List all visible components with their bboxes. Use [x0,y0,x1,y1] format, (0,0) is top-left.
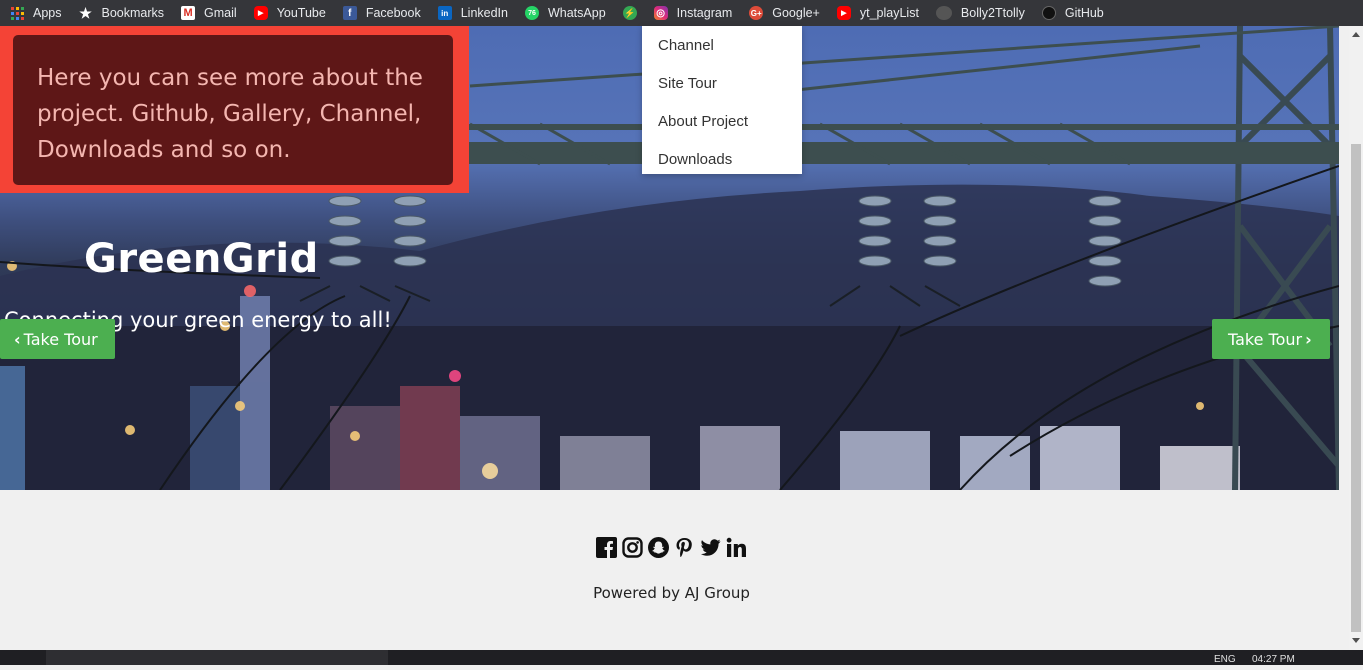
bookmark-linkedin[interactable]: in LinkedIn [437,6,508,20]
take-tour-next-label: Take Tour [1228,329,1303,349]
facebook-icon[interactable] [595,536,617,558]
linkedin-icon: in [437,6,452,20]
bolly-icon [935,6,952,20]
os-taskbar: ENG 04:27 PM [0,650,1363,665]
bookmark-label: Facebook [365,6,421,20]
dropdown-item-about-project[interactable]: About Project [642,102,802,140]
star-icon: ★ [79,4,92,21]
scroll-up-arrow-icon[interactable] [1352,32,1360,37]
take-tour-next-button[interactable]: Take Tour › [1212,319,1330,359]
chevron-left-icon: ‹ [14,329,21,349]
bookmark-facebook[interactable]: f Facebook [342,6,421,20]
bookmark-whatsapp[interactable]: 76 WhatsApp [524,6,606,20]
bookmark-label: Bookmarks [101,6,165,20]
bookmark-label: Google+ [772,6,820,20]
bookmark-youtube[interactable]: ▶ YouTube [253,6,326,20]
bookmark-label: Instagram [676,6,733,20]
linkedin-icon[interactable] [725,536,747,558]
bookmark-label: Apps [33,6,62,20]
bookmark-label: GitHub [1064,6,1104,20]
powered-by-text: Powered by AJ Group [593,584,750,602]
tour-callout-box: Here you can see more about the project.… [13,35,453,185]
chevron-right-icon: › [1305,329,1312,349]
dropdown-item-downloads[interactable]: Downloads [642,140,802,178]
bookmark-google-plus[interactable]: G+ Google+ [749,6,820,20]
dropdown-item-channel[interactable]: Channel [642,26,802,64]
scroll-down-arrow-icon[interactable] [1352,638,1360,643]
youtube-icon: ▶ [836,6,851,20]
bookmark-label: Gmail [204,6,237,20]
youtube-icon: ▶ [253,6,268,20]
scrollbar-thumb[interactable] [1351,144,1361,632]
hero-brand-title: GreenGrid [84,236,319,282]
dropdown-item-site-tour[interactable]: Site Tour [642,64,802,102]
page-footer [0,490,1339,643]
bookmark-label: YouTube [276,6,326,20]
pinterest-icon[interactable] [673,536,695,558]
taskbar-clock[interactable]: 04:27 PM [1252,650,1295,665]
more-dropdown-menu: Channel Site Tour About Project Download… [642,26,802,174]
bookmark-instagram[interactable]: ◎ Instagram [653,6,733,20]
taskbar-language[interactable]: ENG [1214,650,1236,665]
bookmark-gmail[interactable]: M Gmail [181,6,237,20]
taskbar-search-box[interactable] [46,650,388,665]
take-tour-prev-label: Take Tour [23,329,98,349]
tour-callout: Here you can see more about the project.… [0,26,469,193]
take-tour-prev-button[interactable]: ‹ Take Tour [0,319,115,359]
apps-grid-icon [10,6,24,20]
bookmark-label: WhatsApp [547,6,606,20]
twitter-icon[interactable] [699,536,721,558]
bookmark-yt-playlist[interactable]: ▶ yt_playList [836,6,919,20]
instagram-icon[interactable] [621,536,643,558]
whatsapp-icon: 76 [524,6,539,20]
page-scrollbar[interactable] [1349,26,1363,650]
facebook-icon: f [342,6,357,20]
instagram-icon: ◎ [653,6,668,20]
gmail-icon: M [181,6,196,20]
bookmark-github[interactable]: GitHub [1041,6,1104,20]
github-icon [1041,6,1056,20]
bolt-icon: ⚡ [622,6,637,20]
bookmarks-bar: Apps ★ Bookmarks M Gmail ▶ YouTube f Fac… [0,0,1363,26]
bookmark-bolt[interactable]: ⚡ [622,6,637,20]
google-plus-icon: G+ [749,6,764,20]
bookmark-bolly2ttolly[interactable]: Bolly2Ttolly [935,6,1025,20]
bookmark-bookmarks[interactable]: ★ Bookmarks [79,4,165,21]
snapchat-icon[interactable] [647,536,669,558]
bookmark-apps[interactable]: Apps [10,6,62,20]
tour-message: Here you can see more about the project.… [37,65,423,163]
bookmark-label: Bolly2Ttolly [960,6,1025,20]
bookmark-label: yt_playList [859,6,919,20]
bookmark-label: LinkedIn [460,6,508,20]
social-links [595,536,747,558]
